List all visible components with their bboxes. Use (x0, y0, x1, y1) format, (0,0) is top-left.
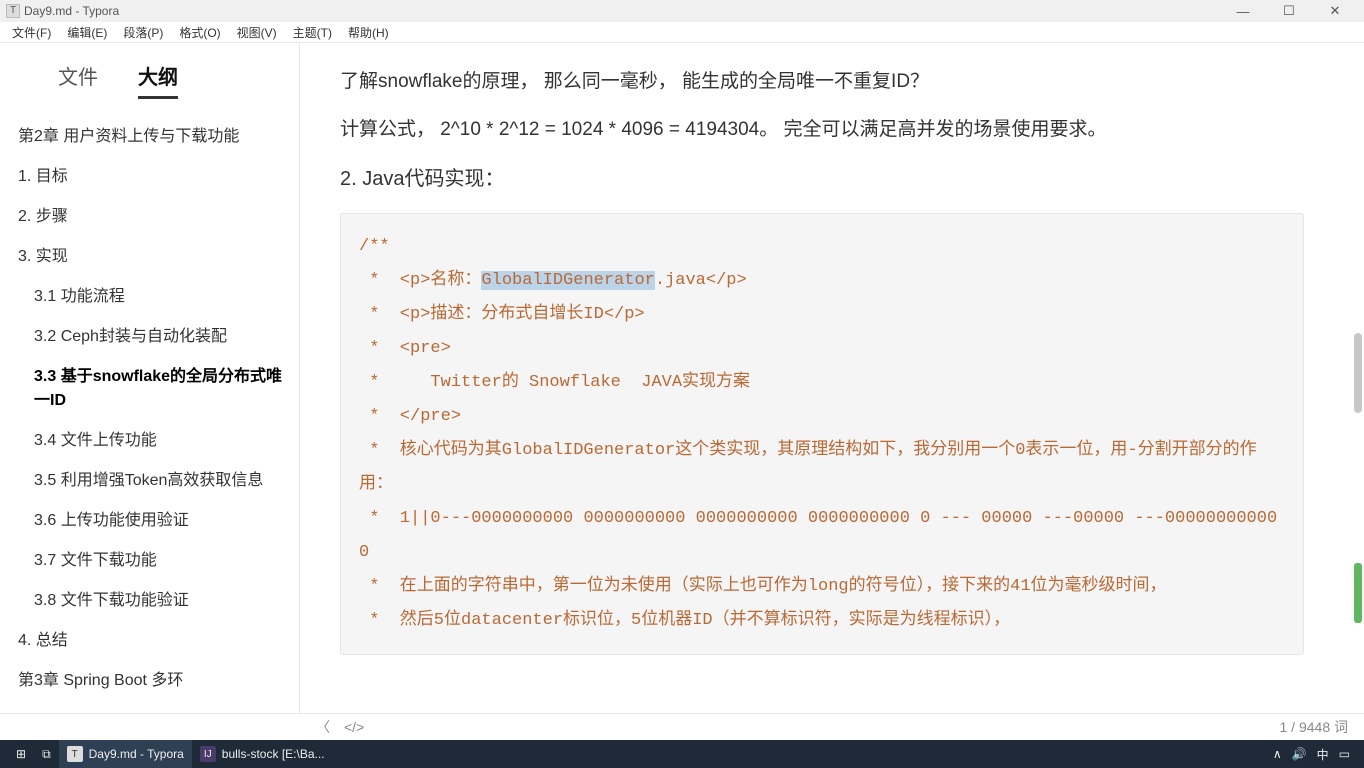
taskbar-app-label: bulls-stock [E:\Ba... (222, 747, 325, 761)
outline-item[interactable]: 第2章 用户资料上传与下载功能 (18, 117, 289, 157)
window-title: Day9.md - Typora (24, 4, 119, 18)
outline-item[interactable]: 3. 实现 (18, 237, 289, 277)
menu-help[interactable]: 帮助(H) (340, 24, 397, 41)
tray-volume-icon[interactable]: 🔊 (1292, 747, 1307, 761)
sidebar: 文件 大纲 第2章 用户资料上传与下载功能1. 目标2. 步骤3. 实现3.1 … (0, 43, 300, 713)
outline-item[interactable]: 3.6 上传功能使用验证 (18, 501, 289, 541)
tray-notification-icon[interactable]: ▭ (1339, 747, 1350, 761)
app-icon: T (67, 746, 83, 762)
word-count[interactable]: 1 / 9448 词 (1280, 717, 1349, 737)
outline-item[interactable]: 2. 步骤 (18, 197, 289, 237)
menu-edit[interactable]: 编辑(E) (59, 24, 115, 41)
minimize-button[interactable]: — (1220, 0, 1266, 22)
menu-bar: 文件(F) 编辑(E) 段落(P) 格式(O) 视图(V) 主题(T) 帮助(H… (0, 22, 1364, 43)
menu-file[interactable]: 文件(F) (4, 24, 59, 41)
outline-item[interactable]: 3.4 文件上传功能 (18, 421, 289, 461)
outline-item[interactable]: 3.1 功能流程 (18, 277, 289, 317)
outline-item[interactable]: 3.8 文件下载功能验证 (18, 581, 289, 621)
tab-files[interactable]: 文件 (58, 61, 98, 99)
start-button[interactable]: ⊞ (8, 740, 34, 768)
source-code-icon[interactable]: </> (344, 719, 364, 735)
outline-item[interactable]: 3.7 文件下载功能 (18, 541, 289, 581)
menu-theme[interactable]: 主题(T) (285, 24, 340, 41)
task-view-button[interactable]: ⧉ (34, 740, 59, 768)
taskbar-app[interactable]: T Day9.md - Typora (59, 740, 192, 768)
maximize-button[interactable]: ☐ (1266, 0, 1312, 22)
menu-paragraph[interactable]: 段落(P) (115, 24, 171, 41)
outline-item[interactable]: 4. 总结 (18, 621, 289, 661)
text-selection: GlobalIDGenerator (481, 271, 654, 290)
app-icon: T (6, 4, 20, 18)
status-bar: 〈 </> 1 / 9448 词 (0, 713, 1364, 740)
scrollbar-thumb[interactable] (1354, 333, 1362, 413)
code-block[interactable]: /** * <p>名称：GlobalIDGenerator.java</p> *… (340, 213, 1304, 655)
taskbar-app[interactable]: IJ bulls-stock [E:\Ba... (192, 740, 333, 768)
window-titlebar: T Day9.md - Typora — ☐ ✕ (0, 0, 1364, 22)
outline-item[interactable]: 3.2 Ceph封装与自动化装配 (18, 317, 289, 357)
app-icon: IJ (200, 746, 216, 762)
menu-format[interactable]: 格式(O) (171, 24, 228, 41)
outline-item[interactable]: 3.5 利用增强Token高效获取信息 (18, 461, 289, 501)
outline-list: 第2章 用户资料上传与下载功能1. 目标2. 步骤3. 实现3.1 功能流程3.… (18, 117, 289, 701)
heading-2: 2. Java代码实现： (340, 159, 1304, 199)
close-button[interactable]: ✕ (1312, 0, 1358, 22)
menu-view[interactable]: 视图(V) (229, 24, 285, 41)
outline-item[interactable]: 3.3 基于snowflake的全局分布式唯一ID (18, 357, 289, 421)
taskbar-app-label: Day9.md - Typora (89, 747, 184, 761)
windows-taskbar: ⊞ ⧉ T Day9.md - Typora IJ bulls-stock [E:\B… (0, 740, 1364, 768)
scrollbar-thumb-green[interactable] (1354, 563, 1362, 623)
tab-outline[interactable]: 大纲 (138, 61, 178, 99)
editor-content[interactable]: 了解snowflake的原理， 那么同一毫秒， 能生成的全局唯一不重复ID？ 计… (300, 43, 1364, 713)
outline-item[interactable]: 第3章 Spring Boot 多环 (18, 661, 289, 701)
paragraph: 了解snowflake的原理， 那么同一毫秒， 能生成的全局唯一不重复ID？ (340, 63, 1304, 101)
back-icon[interactable]: 〈 (316, 717, 330, 737)
paragraph: 计算公式， 2^10 * 2^12 = 1024 * 4096 = 419430… (340, 111, 1304, 149)
tray-ime-icon[interactable]: 中 (1317, 746, 1329, 763)
outline-item[interactable]: 1. 目标 (18, 157, 289, 197)
tray-up-icon[interactable]: ∧ (1273, 747, 1282, 761)
